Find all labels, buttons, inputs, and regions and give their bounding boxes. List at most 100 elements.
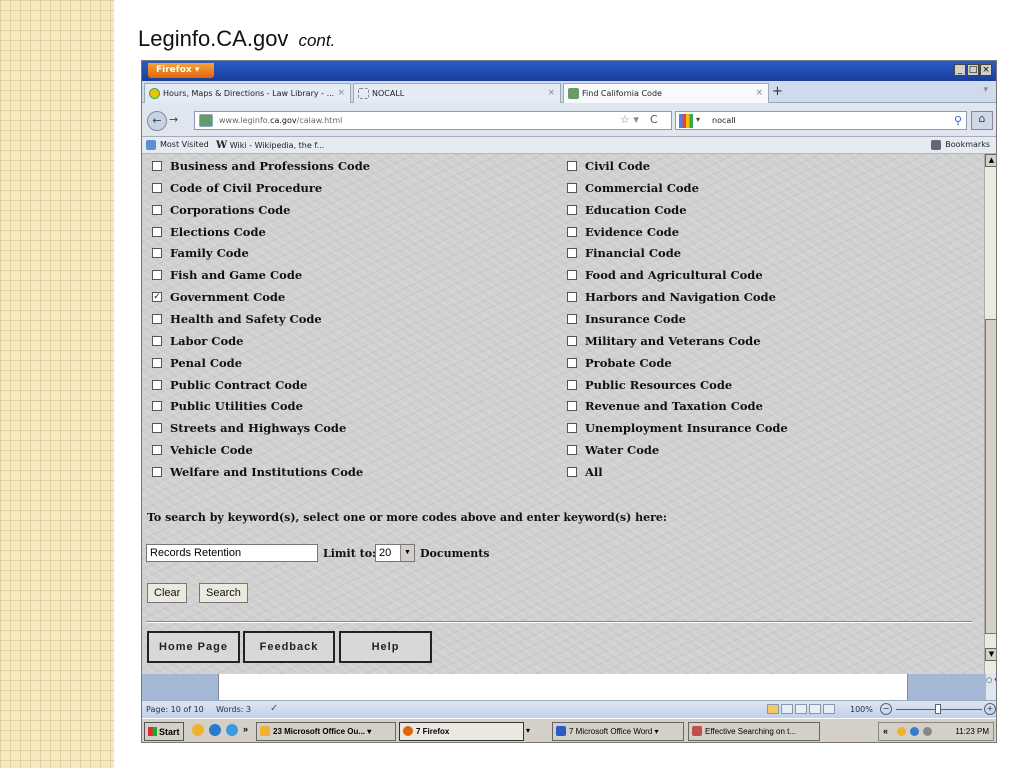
feedback-button[interactable]: Feedback	[243, 631, 335, 663]
clock[interactable]: 11:23 PM	[955, 727, 989, 736]
tray-expand-icon[interactable]: «	[883, 726, 888, 736]
google-icon[interactable]	[679, 114, 693, 128]
scroll-down-icon[interactable]: ▼	[985, 648, 996, 661]
code-checkbox[interactable]	[567, 270, 577, 281]
search-icon[interactable]: ⚲	[954, 114, 962, 127]
word-page[interactable]	[218, 674, 908, 700]
code-option[interactable]: Health and Safety Code	[152, 312, 322, 326]
code-option[interactable]: Penal Code	[152, 356, 242, 370]
page-count[interactable]: Page: 10 of 10	[146, 705, 204, 714]
code-option[interactable]: Elections Code	[152, 225, 266, 239]
tray-network-icon[interactable]	[910, 727, 919, 736]
zoom-level[interactable]: 100%	[850, 705, 873, 714]
code-option[interactable]: Water Code	[567, 443, 659, 457]
home-page-button[interactable]: Home Page	[147, 631, 240, 663]
code-checkbox[interactable]	[567, 313, 577, 324]
code-option[interactable]: Public Contract Code	[152, 378, 307, 392]
zoom-slider-thumb[interactable]	[935, 704, 941, 714]
bookmark-star-icon[interactable]: ☆ ▾	[620, 113, 639, 126]
scroll-up-icon[interactable]: ▲	[985, 154, 996, 167]
code-checkbox[interactable]: ✓	[152, 292, 162, 303]
minimize-button[interactable]: _	[954, 64, 966, 76]
full-screen-reading-icon[interactable]	[781, 704, 793, 714]
code-checkbox[interactable]	[152, 204, 162, 215]
code-checkbox[interactable]	[152, 226, 162, 237]
list-all-tabs-icon[interactable]: ▾	[983, 85, 988, 95]
code-option[interactable]: Education Code	[567, 203, 687, 217]
vertical-scrollbar[interactable]: ▲ ▼	[984, 154, 996, 674]
code-option[interactable]: Streets and Highways Code	[152, 421, 346, 435]
code-option[interactable]: Welfare and Institutions Code	[152, 465, 363, 479]
close-window-button[interactable]: ×	[980, 64, 992, 76]
firefox-menu-button[interactable]: Firefox ▾	[148, 63, 214, 78]
code-checkbox[interactable]	[152, 401, 162, 412]
code-checkbox[interactable]	[567, 292, 577, 303]
maximize-button[interactable]: □	[967, 64, 979, 76]
code-option[interactable]: Financial Code	[567, 246, 681, 260]
clear-button[interactable]: Clear	[147, 583, 188, 603]
code-option[interactable]: Labor Code	[152, 334, 244, 348]
start-button[interactable]: Start	[144, 722, 184, 741]
code-checkbox[interactable]	[152, 248, 162, 259]
code-checkbox[interactable]	[152, 313, 162, 324]
code-checkbox[interactable]	[152, 466, 162, 477]
code-option[interactable]: All	[567, 465, 603, 479]
code-checkbox[interactable]	[567, 204, 577, 215]
code-checkbox[interactable]	[152, 357, 162, 368]
code-checkbox[interactable]	[567, 401, 577, 412]
forward-button[interactable]: →	[169, 113, 178, 126]
code-option[interactable]: Insurance Code	[567, 312, 686, 326]
code-option[interactable]: Commercial Code	[567, 181, 699, 195]
search-engine-dropdown-icon[interactable]: ▾	[696, 115, 700, 124]
tab-find-california-code[interactable]: Find California Code ×	[563, 83, 769, 103]
web-layout-icon[interactable]	[795, 704, 807, 714]
code-option[interactable]: Harbors and Navigation Code	[567, 290, 776, 304]
draft-icon[interactable]	[823, 704, 835, 714]
dropdown-arrow-icon[interactable]: ▼	[400, 545, 414, 561]
code-option[interactable]: Code of Civil Procedure	[152, 181, 322, 195]
bookmarks-menu[interactable]: Bookmarks	[931, 140, 990, 150]
firefox-group-dropdown-icon[interactable]: ▾	[526, 726, 530, 735]
tab-law-library[interactable]: Hours, Maps & Directions - Law Library -…	[144, 83, 351, 103]
code-option[interactable]: Public Resources Code	[567, 378, 732, 392]
code-checkbox[interactable]	[152, 423, 162, 434]
tab-close-icon[interactable]: ×	[755, 88, 763, 98]
code-checkbox[interactable]	[152, 379, 162, 390]
code-option[interactable]: Business and Professions Code	[152, 159, 370, 173]
scrollbar-thumb[interactable]	[985, 319, 996, 634]
quicklaunch-more-icon[interactable]: »	[243, 724, 248, 734]
code-checkbox[interactable]	[567, 226, 577, 237]
ie-quicklaunch-icon[interactable]	[226, 724, 238, 736]
code-checkbox[interactable]	[567, 445, 577, 456]
code-checkbox[interactable]	[152, 270, 162, 281]
code-option[interactable]: Military and Veterans Code	[567, 334, 761, 348]
code-checkbox[interactable]	[152, 161, 162, 171]
back-button[interactable]: ←	[147, 111, 167, 131]
browser-quicklaunch-icon[interactable]	[209, 724, 221, 736]
reload-icon[interactable]: C	[650, 113, 658, 126]
search-input[interactable]: nocall	[712, 116, 736, 125]
tray-app-icon[interactable]	[923, 727, 932, 736]
new-tab-button[interactable]: +	[772, 84, 783, 99]
code-checkbox[interactable]	[567, 379, 577, 390]
search-button[interactable]: Search	[199, 583, 248, 603]
code-option[interactable]: Fish and Game Code	[152, 268, 302, 282]
print-layout-icon[interactable]	[767, 704, 779, 714]
code-option[interactable]: Public Utilities Code	[152, 399, 303, 413]
code-option[interactable]: Revenue and Taxation Code	[567, 399, 763, 413]
code-checkbox[interactable]	[567, 423, 577, 434]
wiki-bookmark[interactable]: W Wiki - Wikipedia, the f...	[216, 140, 324, 151]
tab-close-icon[interactable]: ×	[547, 88, 555, 98]
code-option[interactable]: ✓ Government Code	[152, 290, 285, 304]
taskbar-firefox[interactable]: 7 Firefox	[399, 722, 524, 741]
taskbar-outlook[interactable]: 23 Microsoft Office Ou... ▾	[256, 722, 396, 741]
home-button[interactable]: ⌂	[971, 111, 993, 130]
code-checkbox[interactable]	[567, 335, 577, 346]
help-button[interactable]: Help	[339, 631, 432, 663]
code-checkbox[interactable]	[152, 182, 162, 193]
word-count[interactable]: Words: 3	[216, 705, 251, 714]
code-option[interactable]: Corporations Code	[152, 203, 290, 217]
zoom-in-icon[interactable]: +	[984, 703, 996, 715]
code-checkbox[interactable]	[567, 357, 577, 368]
code-checkbox[interactable]	[567, 466, 577, 477]
